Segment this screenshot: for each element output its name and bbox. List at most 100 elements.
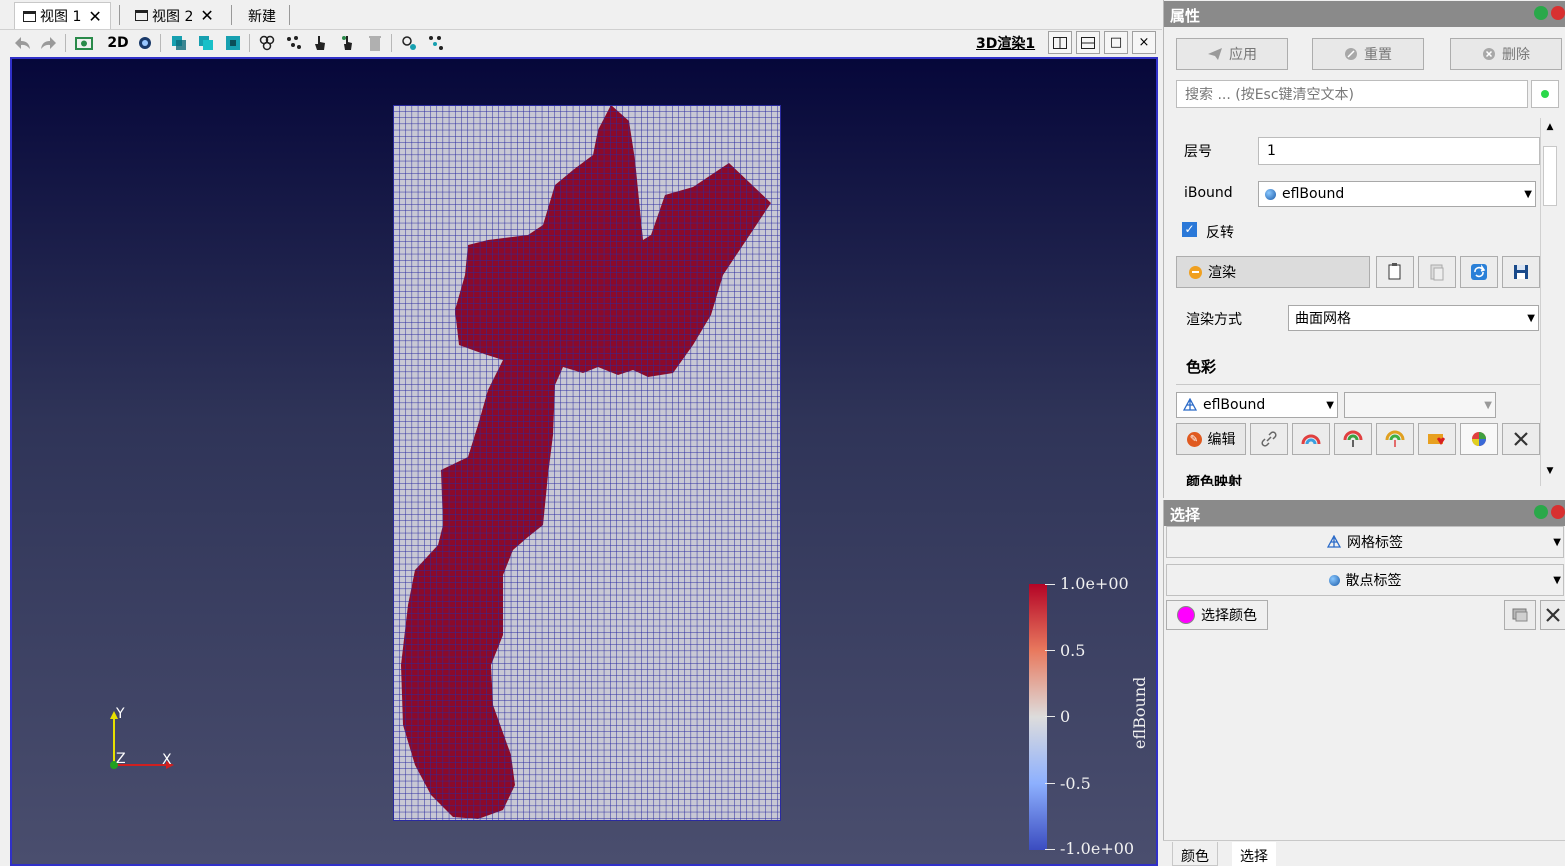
- scroll-up-icon[interactable]: ▲: [1541, 118, 1559, 136]
- section-divider: [1176, 384, 1540, 385]
- float-panel-icon[interactable]: [1534, 505, 1548, 519]
- toolbar-separator: [249, 34, 250, 52]
- search-input[interactable]: 搜索 ... (按Esc键清空文本): [1176, 80, 1528, 108]
- scale-tick-label: -0.5: [1060, 774, 1091, 793]
- properties-scrollbar[interactable]: ▲ ▼: [1540, 118, 1558, 486]
- close-view-button[interactable]: ×: [1132, 31, 1156, 54]
- split-vertical-icon[interactable]: [1076, 31, 1100, 54]
- scale-tick: [1045, 849, 1055, 850]
- tab-new[interactable]: 新建: [240, 2, 284, 29]
- save-icon[interactable]: [1502, 256, 1540, 288]
- colormap-section-title: 颜色映射: [1186, 475, 1242, 486]
- layer-label: 层号: [1184, 144, 1212, 160]
- tab-label: 视图 2: [152, 8, 194, 25]
- mesh-icon: [1183, 398, 1197, 411]
- panel-tab-bar: [1163, 840, 1565, 866]
- hover-points-icon[interactable]: [425, 32, 447, 54]
- mesh-labels-button[interactable]: 网格标签 ▼: [1166, 526, 1564, 558]
- tab-label: 视图 1: [40, 9, 82, 25]
- tab-selection[interactable]: 选择: [1232, 842, 1276, 866]
- select-color-label: 选择颜色: [1201, 608, 1257, 624]
- point-labels-button[interactable]: 散点标签 ▼: [1166, 564, 1564, 596]
- close-panel-icon[interactable]: [1551, 6, 1565, 20]
- ibound-select[interactable]: eflBound ▼: [1258, 181, 1536, 207]
- delete-button[interactable]: 删除: [1450, 38, 1562, 70]
- close-panel-icon[interactable]: [1551, 505, 1565, 519]
- reset-button[interactable]: 重置: [1312, 38, 1424, 70]
- close-icon[interactable]: ✕: [88, 7, 101, 26]
- chevron-down-icon: ▼: [1553, 574, 1561, 586]
- scale-tick: [1045, 584, 1055, 585]
- tab-view-2[interactable]: 视图 2 ✕: [127, 2, 222, 29]
- select-cells-icon[interactable]: [168, 32, 190, 54]
- axis-x-label: X: [162, 752, 172, 768]
- render-viewport[interactable]: 1.0e+00 0.5 0 -0.5 -1.0e+00 eflBound Y Z…: [10, 57, 1158, 866]
- properties-panel: 属性 应用 重置 删除 搜索 ... (按Esc键清空文本) ▲ ▼ 层号 1 …: [1163, 0, 1565, 498]
- mode-2d-button[interactable]: 2D: [106, 32, 130, 54]
- paste-icon[interactable]: [1418, 256, 1456, 288]
- edit-colormap-button[interactable]: ✎ 编辑: [1176, 423, 1246, 455]
- copy-icon[interactable]: [1376, 256, 1414, 288]
- color-array-select[interactable]: eflBound ▼: [1176, 392, 1338, 418]
- scroll-down-icon[interactable]: ▼: [1541, 462, 1559, 480]
- color-picker-icon[interactable]: [1460, 423, 1498, 455]
- invert-checkbox[interactable]: ✓: [1182, 222, 1197, 237]
- ibound-value: eflBound: [1282, 186, 1345, 202]
- color-swatch: [1177, 606, 1195, 624]
- properties-title: 属性: [1164, 1, 1565, 27]
- layer-input[interactable]: 1: [1258, 137, 1540, 165]
- settings-tools-icon[interactable]: [1540, 600, 1565, 630]
- redo-camera-icon[interactable]: [38, 32, 60, 54]
- rescale-temporal-icon[interactable]: [1376, 423, 1414, 455]
- interactive-select-icon[interactable]: [309, 32, 331, 54]
- float-panel-icon[interactable]: [1534, 6, 1548, 20]
- color-component-select[interactable]: ▼: [1344, 392, 1496, 418]
- delete-label: 删除: [1502, 47, 1530, 63]
- chevron-down-icon: ▼: [1524, 188, 1532, 200]
- render-section-toggle[interactable]: 渲染: [1176, 256, 1370, 288]
- hover-cells-icon[interactable]: [398, 32, 420, 54]
- point-labels-label: 散点标签: [1345, 573, 1402, 589]
- tab-view-1[interactable]: 视图 1 ✕: [14, 2, 111, 29]
- refresh-icon[interactable]: [1460, 256, 1498, 288]
- pick-point-icon[interactable]: [337, 32, 359, 54]
- tab-label: 新建: [248, 8, 276, 25]
- scale-tick-label: 0: [1060, 707, 1071, 726]
- mesh-icon: [1327, 535, 1341, 548]
- mode-3d-icon[interactable]: [134, 32, 156, 54]
- select-block-icon[interactable]: [222, 32, 244, 54]
- link-icon[interactable]: [1250, 423, 1288, 455]
- select-polygon-icon[interactable]: [256, 32, 278, 54]
- settings-tools-icon[interactable]: [1502, 423, 1540, 455]
- maximize-button[interactable]: □: [1104, 31, 1128, 54]
- scroll-thumb[interactable]: [1543, 146, 1557, 206]
- select-dots-icon[interactable]: [283, 32, 305, 54]
- selection-options-icon[interactable]: [1504, 600, 1536, 630]
- edit-icon: ✎: [1186, 431, 1202, 447]
- select-points-icon[interactable]: [195, 32, 217, 54]
- clear-selection-icon[interactable]: [364, 32, 386, 54]
- favorite-colormap-icon[interactable]: [1418, 423, 1456, 455]
- tab-color[interactable]: 颜色: [1172, 842, 1218, 866]
- reset-label: 重置: [1364, 47, 1392, 63]
- apply-button[interactable]: 应用: [1176, 38, 1288, 70]
- color-scale-title: eflBound: [1130, 676, 1149, 749]
- split-horizontal-icon[interactable]: [1048, 31, 1072, 54]
- render-mode-label: 渲染方式: [1186, 312, 1242, 328]
- rescale-range-icon[interactable]: [1292, 423, 1330, 455]
- undo-camera-icon[interactable]: [11, 32, 33, 54]
- reset-icon: [1345, 48, 1357, 60]
- chevron-down-icon: ▼: [1527, 312, 1535, 324]
- sphere-icon: [1328, 574, 1340, 586]
- view-title[interactable]: 3D渲染1: [976, 33, 1035, 53]
- select-color-button[interactable]: 选择颜色: [1166, 600, 1268, 630]
- close-icon[interactable]: ✕: [200, 6, 213, 25]
- rescale-custom-icon[interactable]: [1334, 423, 1372, 455]
- tab-separator: [289, 5, 290, 25]
- render-section-label: 渲染: [1208, 265, 1236, 281]
- render-mode-select[interactable]: 曲面网格 ▼: [1288, 305, 1539, 331]
- toolbar-separator: [65, 34, 66, 52]
- advanced-toggle[interactable]: [1531, 80, 1559, 108]
- reset-camera-icon[interactable]: [73, 32, 95, 54]
- toolbar-separator: [160, 34, 161, 52]
